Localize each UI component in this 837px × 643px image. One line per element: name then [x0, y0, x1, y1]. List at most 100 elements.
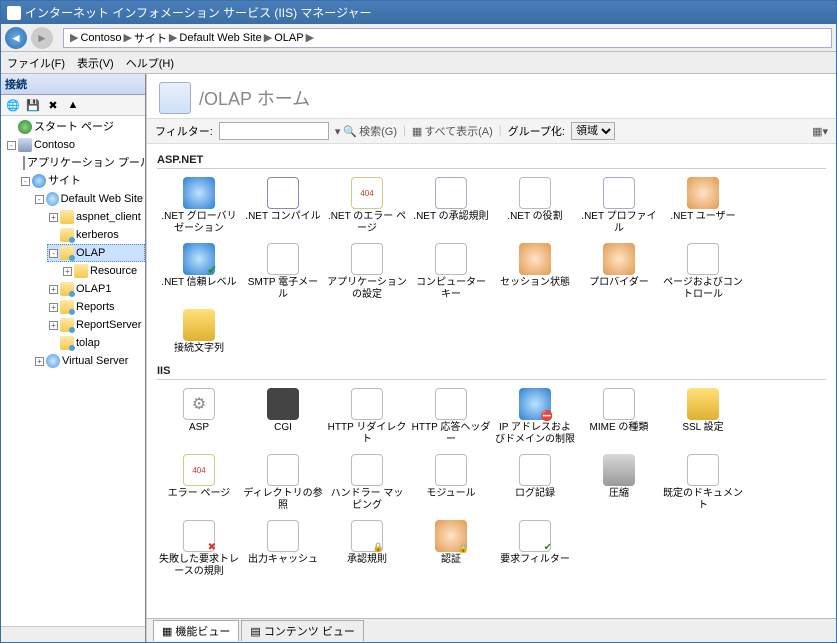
- feature-default-document[interactable]: 既定のドキュメント: [661, 450, 745, 516]
- expand-icon[interactable]: +: [63, 267, 72, 276]
- expand-icon[interactable]: -: [49, 249, 58, 258]
- machine-key-icon: [435, 243, 467, 275]
- feature-label: モジュール: [426, 488, 475, 500]
- menu-file[interactable]: ファイル(F): [7, 55, 65, 71]
- tree-app-pools[interactable]: アプリケーション プール: [27, 155, 145, 171]
- feature-ssl-settings[interactable]: SSL 設定: [661, 384, 745, 450]
- feature-http-redirect[interactable]: HTTP リダイレクト: [325, 384, 409, 450]
- expand-icon[interactable]: +: [49, 213, 58, 222]
- feature-error-pages[interactable]: エラー ページ: [157, 450, 241, 516]
- menu-help[interactable]: ヘルプ(H): [126, 55, 174, 71]
- view-mode-button[interactable]: ▦▾: [812, 125, 828, 138]
- save-icon[interactable]: 💾: [25, 97, 41, 113]
- feature-label: 失敗した要求トレースの規則: [159, 554, 239, 578]
- menu-view[interactable]: 表示(V): [77, 55, 114, 71]
- nav-back-button[interactable]: ◄: [5, 27, 27, 49]
- feature-handler-mappings[interactable]: ハンドラー マッピング: [325, 450, 409, 516]
- feature-connection-strings[interactable]: 接続文字列: [157, 305, 241, 359]
- feature-net-profile[interactable]: .NET プロファイル: [577, 173, 661, 239]
- bc-2[interactable]: Default Web Site: [179, 32, 261, 44]
- groupby-select[interactable]: 領域: [571, 122, 615, 140]
- tree-server[interactable]: Contoso: [34, 137, 75, 153]
- go-button[interactable]: ▾ 🔍検索(G): [335, 123, 397, 139]
- chevron-right-icon: ▶: [264, 31, 272, 44]
- feature-smtp-email[interactable]: SMTP 電子メール: [241, 239, 325, 305]
- expand-icon[interactable]: +: [49, 321, 58, 330]
- feature-net-trust-levels[interactable]: .NET 信頼レベル: [157, 239, 241, 305]
- feature-asp[interactable]: ASP: [157, 384, 241, 450]
- feature-net-authorization-rules[interactable]: .NET の承認規則: [409, 173, 493, 239]
- feature-machine-key[interactable]: コンピューター キー: [409, 239, 493, 305]
- feature-compression[interactable]: 圧縮: [577, 450, 661, 516]
- feature-providers[interactable]: プロバイダー: [577, 239, 661, 305]
- vdir-icon: [60, 246, 74, 260]
- feature-net-users[interactable]: .NET ユーザー: [661, 173, 745, 239]
- feature-net-globalization[interactable]: .NET グローバリゼーション: [157, 173, 241, 239]
- tree-sites[interactable]: サイト: [48, 173, 81, 189]
- feature-logging[interactable]: ログ記録: [493, 450, 577, 516]
- feature-session-state[interactable]: セッション状態: [493, 239, 577, 305]
- feature-authorization-rules[interactable]: 承認規則: [325, 516, 409, 582]
- tree-olap1[interactable]: OLAP1: [76, 281, 111, 297]
- feature-net-roles[interactable]: .NET の役割: [493, 173, 577, 239]
- feature-pages-controls[interactable]: ページおよびコントロール: [661, 239, 745, 305]
- sites-icon: [32, 174, 46, 188]
- feature-http-response-headers[interactable]: HTTP 応答ヘッダー: [409, 384, 493, 450]
- net-authorization-rules-icon: [435, 177, 467, 209]
- tree-virtual-server[interactable]: Virtual Server: [62, 353, 128, 369]
- bc-3[interactable]: OLAP: [274, 32, 303, 44]
- feature-modules[interactable]: モジュール: [409, 450, 493, 516]
- feature-directory-browsing[interactable]: ディレクトリの参照: [241, 450, 325, 516]
- feature-label: .NET ユーザー: [670, 211, 735, 223]
- horizontal-scrollbar[interactable]: [1, 626, 145, 642]
- site-icon: [46, 354, 60, 368]
- delete-icon[interactable]: ✖: [45, 97, 61, 113]
- tree-reports[interactable]: Reports: [76, 299, 115, 315]
- connect-icon[interactable]: 🌐: [5, 97, 21, 113]
- feature-net-error-pages[interactable]: .NET のエラー ページ: [325, 173, 409, 239]
- feature-mime-types[interactable]: MIME の種類: [577, 384, 661, 450]
- providers-icon: [603, 243, 635, 275]
- feature-label: ASP: [189, 422, 209, 434]
- feature-label: 出力キャッシュ: [248, 554, 318, 566]
- feature-ip-domain-restrictions[interactable]: IP アドレスおよびドメインの制限: [493, 384, 577, 450]
- show-all-button[interactable]: ▦すべて表示(A): [412, 123, 493, 139]
- tree-reportserver[interactable]: ReportServer: [76, 317, 141, 333]
- feature-net-compilation[interactable]: .NET コンパイル: [241, 173, 325, 239]
- tree-kerberos[interactable]: kerberos: [76, 227, 119, 243]
- bc-0[interactable]: Contoso: [80, 32, 121, 44]
- tree-tolap[interactable]: tolap: [76, 335, 100, 351]
- connections-tree[interactable]: スタート ページ -Contoso アプリケーション プール -サイト -Def…: [1, 116, 145, 626]
- expand-icon[interactable]: +: [35, 357, 44, 366]
- feature-authentication[interactable]: 認証: [409, 516, 493, 582]
- expand-icon[interactable]: -: [35, 195, 44, 204]
- tree-olap[interactable]: OLAP: [76, 245, 105, 261]
- tree-dws[interactable]: Default Web Site: [61, 191, 143, 207]
- expand-icon[interactable]: +: [49, 285, 58, 294]
- feature-request-filtering[interactable]: 要求フィルター: [493, 516, 577, 582]
- tree-olap-resource[interactable]: Resource: [90, 263, 137, 279]
- feature-cgi[interactable]: CGI: [241, 384, 325, 450]
- groupby-label: グループ化:: [508, 123, 565, 139]
- app-icon: [7, 6, 21, 20]
- filter-input[interactable]: [219, 122, 329, 140]
- expand-icon[interactable]: +: [49, 303, 58, 312]
- pages-controls-icon: [687, 243, 719, 275]
- expand-icon[interactable]: -: [21, 177, 30, 186]
- tree-start-page[interactable]: スタート ページ: [34, 119, 114, 135]
- net-trust-levels-icon: [183, 243, 215, 275]
- feature-label: .NET の役割: [507, 211, 562, 223]
- feature-app-settings[interactable]: アプリケーションの設定: [325, 239, 409, 305]
- chevron-right-icon: ▶: [70, 31, 78, 44]
- bc-1[interactable]: サイト: [134, 30, 167, 46]
- tab-content-view[interactable]: ▤コンテンツ ビュー: [241, 620, 363, 641]
- feature-failed-request-tracing[interactable]: 失敗した要求トレースの規則: [157, 516, 241, 582]
- feature-label: 要求フィルター: [500, 554, 570, 566]
- feature-output-caching[interactable]: 出力キャッシュ: [241, 516, 325, 582]
- tree-aspnet-client[interactable]: aspnet_client: [76, 209, 141, 225]
- breadcrumb[interactable]: ▶ Contoso ▶ サイト ▶ Default Web Site ▶ OLA…: [63, 28, 832, 48]
- cgi-icon: [267, 388, 299, 420]
- up-icon[interactable]: ▲: [65, 97, 81, 113]
- expand-icon[interactable]: -: [7, 141, 16, 150]
- tab-features-view[interactable]: ▦機能ビュー: [153, 620, 239, 641]
